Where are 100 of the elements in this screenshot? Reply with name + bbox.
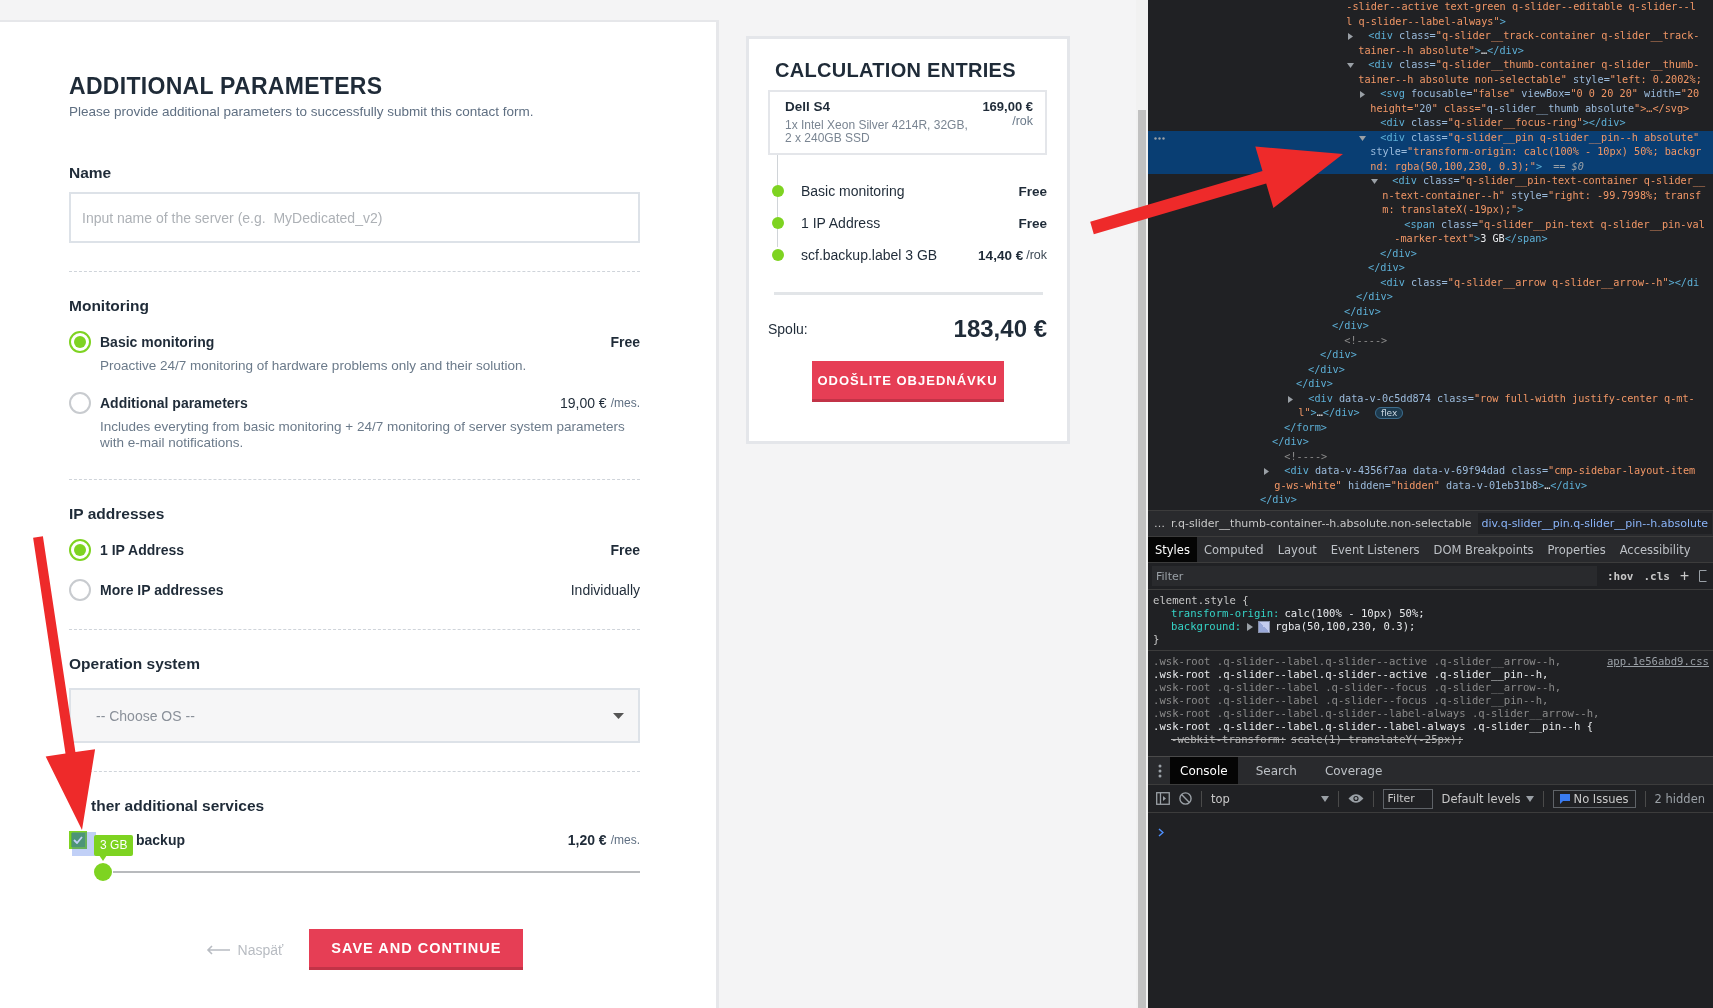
left-arrow-icon <box>205 944 230 955</box>
code-line: nd: rgba(50,100,230, 0.3);"> <box>1370 160 1543 172</box>
field-label: Name <box>69 163 113 183</box>
option-description: Includes everyting from basic monitoring + 24/7 monitoring of server system parameters with e-mail notifications. <box>100 419 626 451</box>
drawer-tab[interactable]: Search <box>1245 757 1307 784</box>
name-field[interactable]: Input name of the server (e.g. MyDedicated_v2) <box>69 192 640 243</box>
color-swatch[interactable] <box>1258 620 1271 633</box>
order-button[interactable]: ODOŠLITE OBJEDNÁVKU <box>811 361 1004 402</box>
pane-tab[interactable]: DOM Breakpoints <box>1426 537 1541 562</box>
code-line: <div class="q-slider__pin-text-container q-slider__ <box>1392 175 1706 186</box>
price: 19,00 € <box>559 395 607 411</box>
class-toggle[interactable]: .cls <box>1643 569 1670 583</box>
code-line: <span class="q-slider__pin-text q-slider__pin-val <box>1404 218 1705 230</box>
save-button[interactable]: SAVE AND CONTINUE <box>309 929 524 970</box>
option-label[interactable]: 1 IP Address <box>100 542 185 558</box>
option-description: Proactive 24/7 monitoring of hardware problems only and their solution. <box>100 358 528 374</box>
breadcrumb[interactable]: r.q-slider__thumb-container--h.absolute.non-selectable <box>1171 517 1472 530</box>
sidebar-toggle-icon[interactable] <box>1699 570 1707 582</box>
product-price: 169,00 € <box>982 99 1033 114</box>
scrollbar[interactable] <box>1138 110 1146 1008</box>
price: Free <box>610 334 640 350</box>
expand-arrow-icon[interactable] <box>1263 468 1270 475</box>
code-line: </form> <box>1284 421 1327 433</box>
code-line: -marker-text">3 GB</span> <box>1394 233 1548 244</box>
price: Free <box>610 542 640 558</box>
hover-toggle[interactable]: :hov <box>1606 569 1634 583</box>
radio-button[interactable] <box>69 539 91 561</box>
radio-button[interactable] <box>69 579 91 601</box>
value-tooltip: 3 GB <box>94 835 134 856</box>
caret-icon <box>1525 795 1534 802</box>
option-label[interactable]: Additional parameters <box>100 395 248 411</box>
expand-arrow-icon[interactable] <box>1347 33 1354 40</box>
new-rule-button[interactable]: + <box>1679 567 1689 585</box>
form-subtitle: Please provide additional parameters to successfully submit this contact form. <box>69 104 535 119</box>
code-line: g-ws-white" hidden="hidden" data-v-01eb31b8>…</div> <box>1274 479 1588 491</box>
css-selector: .wsk-root .q-slider--label .q-slider--focus .q-slider__arrow--h, <box>1153 681 1562 694</box>
menu-icon[interactable] <box>1158 763 1162 778</box>
code-line: </div> <box>1368 262 1405 273</box>
total-price: 183,40 € <box>953 315 1047 343</box>
code-line: <div class="q-slider__arrow q-slider__arrow--h"></di <box>1380 276 1700 288</box>
styles-filter[interactable]: Filter <box>1152 566 1597 586</box>
css-value[interactable]: scale(1) translateY(-25px); <box>1290 733 1464 746</box>
code-line: tainer--h absolute">…</div> <box>1358 44 1524 56</box>
drawer-tab[interactable]: Coverage <box>1314 757 1393 784</box>
code-line: height="20" class="q-slider__thumb absolute">…</svg> <box>1370 102 1690 114</box>
drawer-tab[interactable]: Console <box>1170 757 1238 784</box>
code-line: <svg focusable="false" viewBox="0 0 20 20" width="20 <box>1380 88 1700 99</box>
slider-thumb[interactable] <box>94 863 113 881</box>
pane-tab[interactable]: Accessibility <box>1612 537 1698 562</box>
issues-button[interactable]: No Issues <box>1552 789 1636 808</box>
price: Individually <box>570 582 640 598</box>
sidebar-icon[interactable] <box>1156 792 1170 805</box>
section-title: Operation system <box>69 654 201 674</box>
highlight-overlay <box>72 832 97 856</box>
section-title: IP addresses <box>69 504 166 524</box>
breadcrumb-overflow[interactable]: … <box>1154 517 1165 530</box>
option-label[interactable]: Basic monitoring <box>100 334 215 350</box>
console-filter[interactable]: Filter <box>1382 788 1433 809</box>
collapse-arrow-icon[interactable] <box>1359 134 1366 142</box>
check-icon <box>73 836 83 844</box>
code-line: </div> <box>1356 291 1393 302</box>
css-selector: element.style { <box>1153 594 1250 607</box>
css-value[interactable]: calc(100% - 10px) 50%; <box>1284 607 1425 620</box>
context-select[interactable]: top <box>1210 791 1329 806</box>
checkbox[interactable] <box>69 831 87 849</box>
breadcrumb[interactable]: div.q-slider__pin.q-slider__pin--h.absolute <box>1477 513 1713 534</box>
stylesheet-link[interactable]: app.1e56abd9.css <box>1598 655 1709 668</box>
code-line: </div> <box>1260 494 1297 505</box>
expand-arrow-icon[interactable] <box>1287 395 1294 403</box>
css-selector: .wsk-root .q-slider--label.q-slider--active .q-slider__arrow--h, <box>1153 655 1562 668</box>
collapse-arrow-icon[interactable] <box>1347 62 1354 69</box>
expand-arrow-icon[interactable] <box>1247 622 1254 631</box>
css-value[interactable]: rgba(50,100,230, 0.3); <box>1275 620 1416 633</box>
code-line: <div class="q-slider__thumb-container q-slider__thumb- <box>1368 59 1700 70</box>
code-line: l q-slider--label-always"> <box>1346 15 1506 27</box>
radio-button[interactable] <box>69 331 91 353</box>
layout-badge[interactable]: flex <box>1374 407 1404 419</box>
status-dot <box>772 249 784 261</box>
clear-icon[interactable] <box>1178 792 1192 805</box>
css-selector: .wsk-root .q-slider--label.q-slider--active .q-slider__pin--h, <box>1153 668 1549 681</box>
pane-tab[interactable]: Computed <box>1196 537 1271 562</box>
code-line: </div> <box>1272 436 1309 447</box>
pane-tab[interactable]: Event Listeners <box>1323 537 1427 562</box>
levels-dropdown[interactable]: Default levels <box>1441 791 1534 806</box>
eye-icon[interactable] <box>1347 793 1364 804</box>
total-label: Spolu: <box>768 321 808 337</box>
pane-tab[interactable]: Layout <box>1270 537 1324 562</box>
css-property[interactable]: transform-origin: <box>1171 607 1280 620</box>
radio-button[interactable] <box>69 392 91 414</box>
code-line: style="transform-origin: calc(100% - 10px) 50%; backgr <box>1370 146 1702 157</box>
pane-tab[interactable]: Styles <box>1148 537 1197 562</box>
css-property[interactable]: -webkit-transform: <box>1171 733 1286 746</box>
selected-row[interactable]: <div class="q-slider__pin q-slider__pin--h absolute" <box>1148 130 1713 145</box>
option-label[interactable]: More IP addresses <box>100 582 224 598</box>
entry-label: Basic monitoring <box>801 183 906 199</box>
collapse-arrow-icon[interactable] <box>1371 178 1378 185</box>
css-property[interactable]: background: <box>1171 620 1242 633</box>
more-icon[interactable] <box>1154 136 1165 140</box>
pane-tab[interactable]: Properties <box>1540 537 1613 562</box>
expand-arrow-icon[interactable] <box>1359 91 1366 98</box>
